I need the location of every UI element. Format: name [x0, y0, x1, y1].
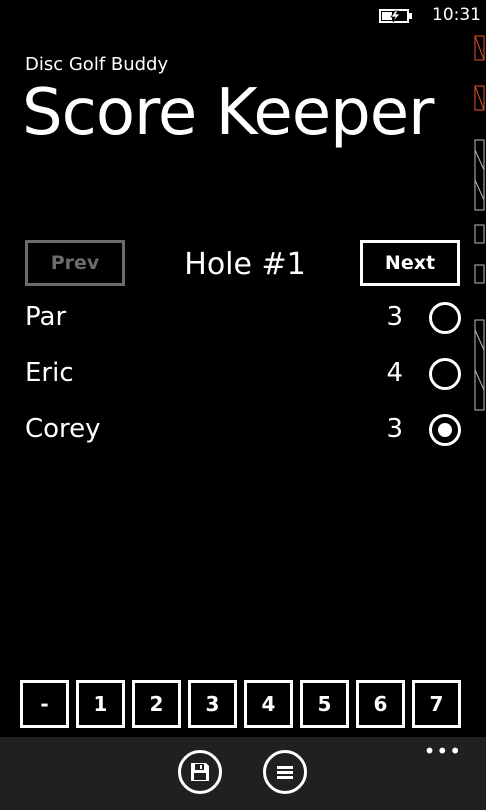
radio-button[interactable]: [429, 358, 461, 390]
row-score: 3: [386, 302, 403, 332]
row-name: Eric: [25, 358, 74, 388]
score-button-2[interactable]: 2: [132, 680, 181, 728]
score-button-3[interactable]: 3: [188, 680, 237, 728]
more-options-button[interactable]: •••: [424, 741, 462, 761]
save-icon: [191, 763, 209, 781]
score-button-5[interactable]: 5: [300, 680, 349, 728]
list-menu-icon: [277, 766, 293, 779]
row-name: Par: [25, 302, 67, 332]
score-row-eric[interactable]: Eric 4: [25, 354, 465, 398]
row-score: 4: [386, 358, 403, 388]
page-title: Score Keeper: [22, 76, 434, 150]
score-button-4[interactable]: 4: [244, 680, 293, 728]
hole-title: Hole #1: [184, 247, 306, 282]
next-button[interactable]: Next: [360, 240, 460, 286]
score-button-1[interactable]: 1: [76, 680, 125, 728]
radio-button-selected[interactable]: [429, 414, 461, 446]
battery-charging-icon: [379, 9, 412, 23]
score-button-clear[interactable]: -: [20, 680, 69, 728]
prev-button[interactable]: Prev: [25, 240, 125, 286]
application-bar: •••: [0, 737, 486, 810]
phone-screen: 10:31 Disc Golf Buddy Score Keeper Prev …: [0, 0, 486, 810]
side-edge-artifact: [474, 35, 485, 411]
row-name: Corey: [25, 414, 101, 444]
status-bar: 10:31: [0, 0, 486, 32]
score-button-7[interactable]: 7: [412, 680, 461, 728]
row-score: 3: [386, 414, 403, 444]
radio-button[interactable]: [429, 302, 461, 334]
list-button[interactable]: [263, 750, 307, 794]
score-row-par[interactable]: Par 3: [25, 298, 465, 342]
score-row-corey[interactable]: Corey 3: [25, 410, 465, 454]
score-button-6[interactable]: 6: [356, 680, 405, 728]
app-name: Disc Golf Buddy: [25, 54, 169, 75]
score-number-pad: - 1 2 3 4 5 6 7: [20, 680, 461, 728]
status-clock: 10:31: [432, 5, 481, 25]
save-button[interactable]: [178, 750, 222, 794]
